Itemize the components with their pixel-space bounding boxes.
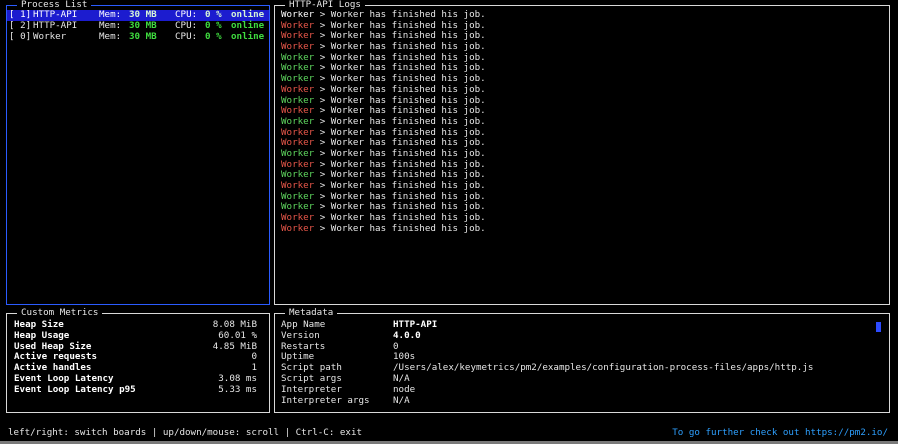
log-prefix: Worker — [281, 62, 315, 74]
log-text: > Worker has finished his job. — [314, 41, 486, 53]
log-prefix: Worker — [281, 51, 315, 63]
metadata-key: Interpreter — [281, 383, 342, 395]
metrics-list: Heap Size 8.08 MiB Heap Usage 60.01 % Used H… — [7, 319, 269, 396]
metric-row: Event Loop Latency p95 5.33 ms — [7, 383, 269, 396]
mem-label: Mem: — [99, 31, 122, 42]
process-id: [ 0] — [9, 31, 32, 42]
pm2-link[interactable]: To go further check out https://pm2.io/ — [672, 427, 888, 439]
log-prefix: Worker — [281, 147, 315, 159]
log-prefix: Worker — [281, 83, 315, 95]
log-prefix: Worker — [281, 73, 315, 85]
cpu-value: 0 % — [205, 31, 222, 42]
metadata-scrollbar[interactable] — [876, 322, 881, 332]
metadata-row: Script path/Users/alex/keymetrics/pm2/ex… — [275, 362, 889, 374]
metadata-key: Version — [281, 329, 320, 341]
log-text: > Worker has finished his job. — [314, 147, 486, 159]
status-badge: online — [231, 31, 265, 42]
metadata-row: Version 4.0.0 — [275, 329, 889, 342]
process-name: Worker — [33, 31, 67, 42]
log-text: > Worker has finished his job. — [314, 212, 486, 224]
custom-metrics-panel[interactable]: Custom Metrics Heap Size 8.08 MiB Heap Usa… — [6, 307, 270, 413]
log-text: > Worker has finished his job. — [314, 180, 486, 191]
metadata-value: /Users/alex/keymetrics/pm2/examples/conf… — [393, 362, 814, 374]
log-text: > Worker has finished his job. — [314, 94, 486, 106]
log-text: > Worker has finished his job. — [314, 137, 486, 149]
logs-title: HTTP-API Logs — [285, 0, 365, 11]
log-text: > Worker has finished his job. — [314, 190, 486, 202]
process-row[interactable]: [ 0] Worker Mem: 30 MB CPU: 0 % online — [7, 31, 269, 43]
metadata-row: Interpreter args N/A — [275, 394, 889, 407]
log-text: > Worker has finished his job. — [314, 51, 486, 63]
metadata-row: Script args N/A — [275, 373, 889, 385]
log-text: > Worker has finished his job. — [314, 201, 486, 213]
process-list[interactable]: [ 1] HTTP-API Mem: 30 MB CPU: 0 % online[ 2] HT… — [7, 9, 269, 43]
metadata-row: Restarts 0 — [275, 341, 889, 353]
metric-value: 4.85 MiB — [212, 340, 257, 352]
metadata-key: Interpreter args — [281, 394, 370, 406]
log-list[interactable]: Worker > Worker has finished his job. Wor… — [275, 9, 889, 235]
log-prefix: Worker — [281, 190, 315, 202]
metric-key: Heap Usage — [14, 329, 70, 341]
metric-key: Event Loop Latency p95 — [14, 383, 136, 395]
log-text: > Worker has finished his job. — [314, 115, 486, 127]
log-prefix: Worker — [281, 158, 315, 170]
metadata-list: App Name HTTP-API Version 4.0.0 Restarts 0 Upt… — [275, 319, 889, 407]
metadata-row: Interpreter node — [275, 383, 889, 396]
log-prefix: Worker — [281, 169, 315, 181]
metadata-value: node — [393, 383, 416, 395]
metric-value: 5.33 ms — [218, 383, 257, 395]
logs-panel[interactable]: HTTP-API Logs Worker > Worker has finish… — [274, 0, 890, 305]
log-prefix: Worker — [281, 105, 315, 117]
metadata-value: N/A — [393, 394, 410, 406]
help-text: left/right: switch boards | up/down/mous… — [8, 427, 363, 438]
metrics-title: Custom Metrics — [17, 307, 103, 319]
metric-row: Heap Usage 60.01 % — [7, 329, 269, 342]
log-prefix: Worker — [281, 212, 315, 224]
log-text: > Worker has finished his job. — [314, 19, 486, 31]
log-prefix: Worker — [281, 180, 315, 191]
log-text: > Worker has finished his job. — [314, 169, 486, 181]
log-text: > Worker has finished his job. — [314, 158, 486, 170]
log-line: Worker > Worker has finished his job. — [275, 222, 889, 235]
log-prefix: Worker — [281, 222, 315, 234]
log-prefix: Worker — [281, 115, 315, 127]
metadata-row: App Name HTTP-API — [275, 319, 889, 331]
process-list-panel[interactable]: Process List [ 1] HTTP-API Mem: 30 MB CPU: 0 … — [6, 0, 270, 305]
log-text: > Worker has finished his job. — [314, 126, 486, 138]
log-text: > Worker has finished his job. — [314, 83, 486, 95]
metric-value: 60.01 % — [218, 329, 257, 341]
log-text: > Worker has finished his job. — [314, 62, 486, 74]
cpu-label: CPU: — [175, 31, 198, 42]
log-prefix: Worker — [281, 126, 315, 138]
log-text: > Worker has finished his job. — [314, 73, 486, 85]
log-text: > Worker has finished his job. — [314, 222, 486, 234]
log-prefix: Worker — [281, 137, 315, 149]
metadata-value: 4.0.0 — [393, 329, 421, 341]
log-prefix: Worker — [281, 94, 315, 106]
log-prefix: Worker — [281, 201, 315, 213]
log-prefix: Worker — [281, 19, 315, 31]
log-prefix: Worker — [281, 30, 315, 42]
log-prefix: Worker — [281, 41, 315, 53]
log-text: > Worker has finished his job. — [314, 105, 486, 117]
metadata-panel[interactable]: Metadata App Name HTTP-API Version 4.0.0 Res… — [274, 307, 890, 413]
mem-value: 30 MB — [129, 31, 157, 42]
log-text: > Worker has finished his job. — [314, 30, 486, 42]
metadata-title: Metadata — [285, 307, 338, 319]
